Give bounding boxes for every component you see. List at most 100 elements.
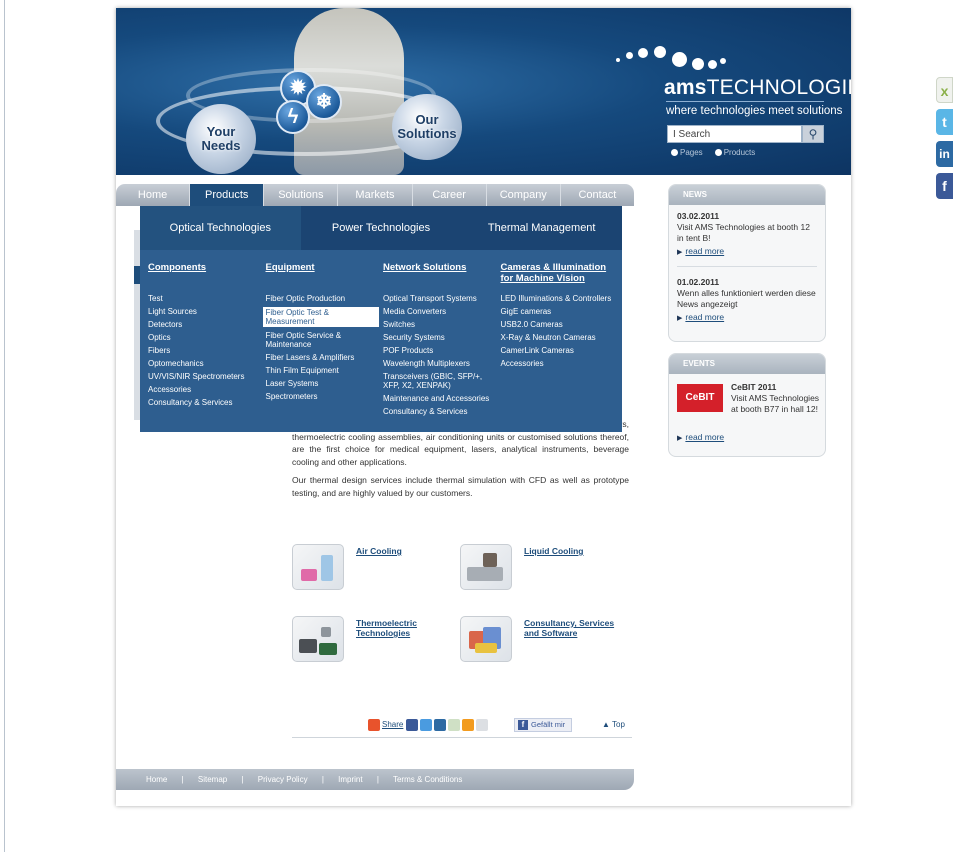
nav-item-markets[interactable]: Markets xyxy=(338,184,413,206)
search-button[interactable]: ⚲ xyxy=(802,125,824,143)
menu-item[interactable]: GigE cameras xyxy=(501,307,619,316)
menu-heading-network-solutions[interactable]: Network Solutions xyxy=(383,262,501,294)
menu-item[interactable]: CamerLink Cameras xyxy=(501,346,619,355)
facebook-icon[interactable]: f xyxy=(936,173,953,199)
menu-item[interactable]: Optics xyxy=(148,333,266,342)
menu-item[interactable]: Transceivers (GBIC, SFP/+, XFP, X2, XENP… xyxy=(383,372,501,390)
menu-item[interactable]: Consultancy & Services xyxy=(383,407,501,416)
back-to-top-link[interactable]: ▲ Top xyxy=(602,720,625,729)
linkedin-icon[interactable]: in xyxy=(936,141,953,167)
email-share-icon[interactable] xyxy=(476,719,488,731)
our-solutions-bubble: Our Solutions xyxy=(392,94,462,160)
menu-heading-cameras[interactable]: Cameras & Illumination for Machine Visio… xyxy=(501,262,619,294)
menu-item[interactable]: Test xyxy=(148,294,266,303)
read-more-link[interactable]: read more xyxy=(677,246,817,258)
footer-link-imprint[interactable]: Imprint xyxy=(338,775,362,784)
air-cooling-thumbnail xyxy=(292,544,344,590)
cebit-logo[interactable]: CeBIT xyxy=(677,384,723,412)
footer-link-privacy[interactable]: Privacy Policy xyxy=(258,775,308,784)
share-link[interactable]: Share xyxy=(382,720,403,729)
menu-item[interactable]: Consultancy & Services xyxy=(148,398,266,407)
menu-item[interactable]: Media Converters xyxy=(383,307,501,316)
facebook-share-icon[interactable] xyxy=(406,719,418,731)
menu-item[interactable]: Fiber Optic Production xyxy=(266,294,384,303)
tile-label[interactable]: Thermoelectric Technologies xyxy=(356,618,456,638)
menu-item[interactable]: UV/VIS/NIR Spectrometers xyxy=(148,372,266,381)
menu-item[interactable]: Optical Transport Systems xyxy=(383,294,501,303)
footer-separator: | xyxy=(376,775,379,784)
menu-item[interactable]: POF Products xyxy=(383,346,501,355)
menu-item[interactable]: LED Illuminations & Controllers xyxy=(501,294,619,303)
menu-item[interactable]: USB2.0 Cameras xyxy=(501,320,619,329)
menu-item[interactable]: Switches xyxy=(383,320,501,329)
news-text: Wenn alles funktioniert werden diese New… xyxy=(677,288,816,309)
tile-consultancy[interactable]: Consultancy, Services and Software xyxy=(460,616,630,676)
tile-liquid-cooling[interactable]: Liquid Cooling xyxy=(460,544,630,604)
top-label: Top xyxy=(612,720,625,729)
content-paragraph: Our thermal design services include ther… xyxy=(292,475,629,498)
menu-item[interactable]: Laser Systems xyxy=(266,379,384,388)
menu-item[interactable]: Wavelength Multiplexers xyxy=(383,359,501,368)
footer-link-home[interactable]: Home xyxy=(146,775,167,784)
read-more-link[interactable]: read more xyxy=(677,312,817,324)
menu-item[interactable]: Security Systems xyxy=(383,333,501,342)
twitter-icon[interactable]: t xyxy=(936,109,953,135)
nav-item-company[interactable]: Company xyxy=(487,184,561,206)
events-title: EVENTS xyxy=(669,354,825,374)
radio-products[interactable]: Products xyxy=(714,148,756,157)
menu-heading-equipment[interactable]: Equipment xyxy=(266,262,384,294)
nav-item-products[interactable]: Products xyxy=(190,184,265,206)
tile-air-cooling[interactable]: Air Cooling xyxy=(292,544,462,604)
menu-item[interactable]: Fibers xyxy=(148,346,266,355)
events-box: EVENTS CeBIT CeBIT 2011 Visit AMS Techno… xyxy=(668,353,826,457)
tab-optical-technologies[interactable]: Optical Technologies xyxy=(140,206,301,250)
brand-logo[interactable]: amsTECHNOLOGIES xyxy=(664,76,851,100)
menu-item[interactable]: Detectors xyxy=(148,320,266,329)
tile-label[interactable]: Liquid Cooling xyxy=(524,546,624,556)
menu-item[interactable]: Thin Film Equipment xyxy=(266,366,384,375)
news-date: 01.02.2011 xyxy=(677,277,720,287)
menu-item-highlighted[interactable]: Fiber Optic Test & Measurement xyxy=(262,307,379,327)
menu-item[interactable]: Light Sources xyxy=(148,307,266,316)
twitter-share-icon[interactable] xyxy=(420,719,432,731)
menu-item[interactable]: X-Ray & Neutron Cameras xyxy=(501,333,619,342)
menu-item[interactable]: Accessories xyxy=(148,385,266,394)
event-text: Visit AMS Technologies at booth B77 in h… xyxy=(731,393,820,414)
tab-thermal-management[interactable]: Thermal Management xyxy=(461,206,623,250)
menu-item[interactable]: Optomechanics xyxy=(148,359,266,368)
menu-item[interactable]: Spectrometers xyxy=(266,392,384,401)
radio-pages[interactable]: Pages xyxy=(671,148,703,157)
news-item: 03.02.2011 Visit AMS Technologies at boo… xyxy=(669,205,825,262)
delicious-share-icon[interactable] xyxy=(462,719,474,731)
share-bar: Share Gefällt mir ▲ Top xyxy=(292,714,632,738)
footer-link-sitemap[interactable]: Sitemap xyxy=(198,775,227,784)
xing-share-icon[interactable] xyxy=(448,719,460,731)
nav-item-home[interactable]: Home xyxy=(116,184,191,206)
search-input[interactable]: I Search xyxy=(667,125,802,143)
menu-item[interactable]: Accessories xyxy=(501,359,619,368)
tile-label[interactable]: Consultancy, Services and Software xyxy=(524,618,624,638)
nav-item-career[interactable]: Career xyxy=(413,184,487,206)
share-icon[interactable] xyxy=(368,719,380,731)
nav-item-contact[interactable]: Contact xyxy=(561,184,634,206)
liquid-cooling-thumbnail xyxy=(460,544,512,590)
tile-thermoelectric[interactable]: Thermoelectric Technologies xyxy=(292,616,462,676)
menu-column-network-solutions: Network Solutions Optical Transport Syst… xyxy=(383,262,501,420)
nav-item-solutions[interactable]: Solutions xyxy=(264,184,339,206)
tab-power-technologies[interactable]: Power Technologies xyxy=(300,206,462,250)
menu-item[interactable]: Fiber Optic Service & Maintenance xyxy=(266,331,384,349)
radio-products-label: Products xyxy=(723,148,756,157)
read-more-link[interactable]: read more xyxy=(677,432,724,442)
menu-item[interactable]: Maintenance and Accessories xyxy=(383,394,501,403)
linkedin-share-icon[interactable] xyxy=(434,719,446,731)
news-item: 01.02.2011 Wenn alles funktioniert werde… xyxy=(669,271,825,328)
menu-column-cameras: Cameras & Illumination for Machine Visio… xyxy=(501,262,619,420)
tile-label[interactable]: Air Cooling xyxy=(356,546,456,556)
menu-heading-components[interactable]: Components xyxy=(148,262,266,294)
xing-icon[interactable]: x xyxy=(936,77,953,103)
footer-link-terms[interactable]: Terms & Conditions xyxy=(393,775,462,784)
facebook-like-button[interactable]: Gefällt mir xyxy=(514,718,572,732)
event-description: CeBIT 2011 Visit AMS Technologies at boo… xyxy=(731,382,821,415)
menu-item[interactable]: Fiber Lasers & Amplifiers xyxy=(266,353,384,362)
radio-dot xyxy=(714,149,722,156)
